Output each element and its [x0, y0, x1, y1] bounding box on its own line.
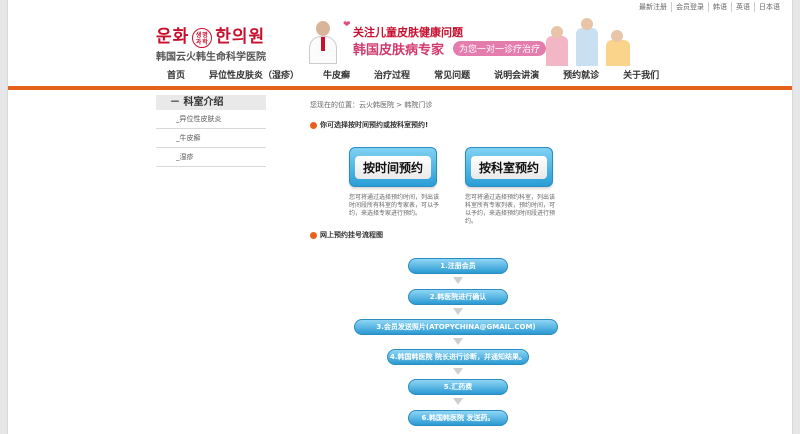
- bullet-icon: [310, 121, 317, 129]
- top-link-register[interactable]: 最新注册: [635, 2, 671, 12]
- book-by-time-button[interactable]: 按时间预约: [349, 147, 437, 187]
- page-gutter-left: [0, 0, 8, 434]
- page-gutter-right: [792, 0, 800, 434]
- header-banner: ❤ 关注儿童皮肤健康问题 韩国皮肤病专家 为您一对一诊疗治疗: [303, 18, 547, 66]
- flow-title-text: 网上预约挂号流程图: [320, 231, 383, 239]
- page: 最新注册 会员登录 韩语 英语 日本语 운화 생명과학 한의원 韩国云火韩生命科学医…: [0, 0, 800, 434]
- sidebar-title: － 科室介绍: [156, 95, 266, 110]
- children-illustration: [538, 18, 638, 66]
- banner-subheadline: 韩国皮肤病专家: [353, 43, 445, 58]
- sidebar: － 科室介绍 _异位性皮肤炎 _牛皮癣 _湿疹: [156, 95, 266, 167]
- book-by-department-button[interactable]: 按科室预约: [465, 147, 553, 187]
- nav-item-atopic-dermatitis[interactable]: 异位性皮肤炎（湿疹）: [197, 67, 311, 85]
- logo-korean: 운화 생명과학 한의원: [156, 22, 265, 48]
- heart-icon: ❤: [343, 20, 351, 30]
- site-container: 最新注册 会员登录 韩语 英语 日本语 운화 생명과학 한의원 韩国云火韩生命科学医…: [8, 0, 792, 434]
- nav-item-treatment[interactable]: 治疗过程: [362, 67, 422, 85]
- flow-title: 网上预约挂号流程图: [310, 230, 383, 240]
- nav-divider: [8, 86, 792, 90]
- top-link-english[interactable]: 英语: [731, 2, 754, 12]
- arrow-down-icon: [453, 368, 463, 375]
- banner-tag: 为您一对一诊疗治疗: [453, 41, 547, 56]
- arrow-down-icon: [453, 277, 463, 284]
- booking-note: 你可选择按时间预约或按科室预约!: [310, 120, 428, 130]
- nav-item-faq[interactable]: 常见问题: [422, 67, 482, 85]
- logo-korean-mid: 생명과학: [192, 27, 213, 48]
- site-logo[interactable]: 운화 생명과학 한의원 韩国云火韩生命科学医院: [156, 22, 306, 63]
- logo-chinese-name: 韩国云火韩生命科学医院: [156, 52, 266, 63]
- logo-korean-right: 한의원: [215, 27, 266, 47]
- logo-korean-left: 운화: [156, 27, 190, 47]
- sidebar-item-atopic[interactable]: _异位性皮肤炎: [156, 110, 266, 129]
- nav-item-about[interactable]: 关于我们: [611, 67, 671, 85]
- breadcrumb: 您现在的位置：云火韩医院 > 韩院门诊: [310, 101, 433, 109]
- sidebar-item-eczema[interactable]: _湿疹: [156, 148, 266, 167]
- top-link-login[interactable]: 会员登录: [671, 2, 708, 12]
- sidebar-item-psoriasis[interactable]: _牛皮癣: [156, 129, 266, 148]
- booking-note-text: 你可选择按时间预约或按科室预约!: [320, 121, 429, 129]
- book-by-department-label: 按科室预约: [470, 155, 547, 179]
- bullet-icon: [310, 231, 317, 239]
- flow-step-6: 6.韩国韩医院 发送药。: [408, 410, 508, 426]
- nav-item-home[interactable]: 首页: [156, 67, 197, 85]
- nav-item-appointment[interactable]: 预约就诊: [551, 67, 611, 85]
- flow-step-4: 4.韩国韩医院 院长进行诊断，并通知结果。: [387, 349, 529, 365]
- flow-step-2: 2.韩医院进行确认: [408, 289, 508, 305]
- arrow-down-icon: [453, 398, 463, 405]
- nav-item-psoriasis[interactable]: 牛皮癣: [311, 67, 362, 85]
- top-utility-links: 最新注册 会员登录 韩语 英语 日本语: [635, 2, 784, 12]
- main-nav: 首页 异位性皮肤炎（湿疹） 牛皮癣 治疗过程 常见问题 说明会讲演 预约就诊 关…: [156, 67, 659, 85]
- nav-item-seminar[interactable]: 说明会讲演: [482, 67, 551, 85]
- book-by-time-description: 您可将通过选择预约时间，列出该时间段所有科室的专家表，可以予约，来选择专家进行预…: [349, 194, 440, 217]
- flow-step-1: 1.注册会员: [408, 258, 508, 274]
- doctor-illustration: [306, 18, 340, 64]
- flow-step-5: 5.汇药费: [408, 379, 508, 395]
- arrow-down-icon: [453, 338, 463, 345]
- flow-step-3: 3.会员发送照片(ATOPYCHINA@GMAIL.COM): [354, 319, 558, 335]
- top-link-korean[interactable]: 韩语: [708, 2, 731, 12]
- arrow-down-icon: [453, 308, 463, 315]
- book-by-department-description: 您可将通过选择预约科室，列出该科室所有专家列表，预约时间，可以予约，来选择预约时…: [465, 194, 556, 225]
- banner-headline: 关注儿童皮肤健康问题: [353, 26, 463, 39]
- top-link-japanese[interactable]: 日本语: [754, 2, 784, 12]
- book-by-time-label: 按时间预约: [354, 155, 431, 179]
